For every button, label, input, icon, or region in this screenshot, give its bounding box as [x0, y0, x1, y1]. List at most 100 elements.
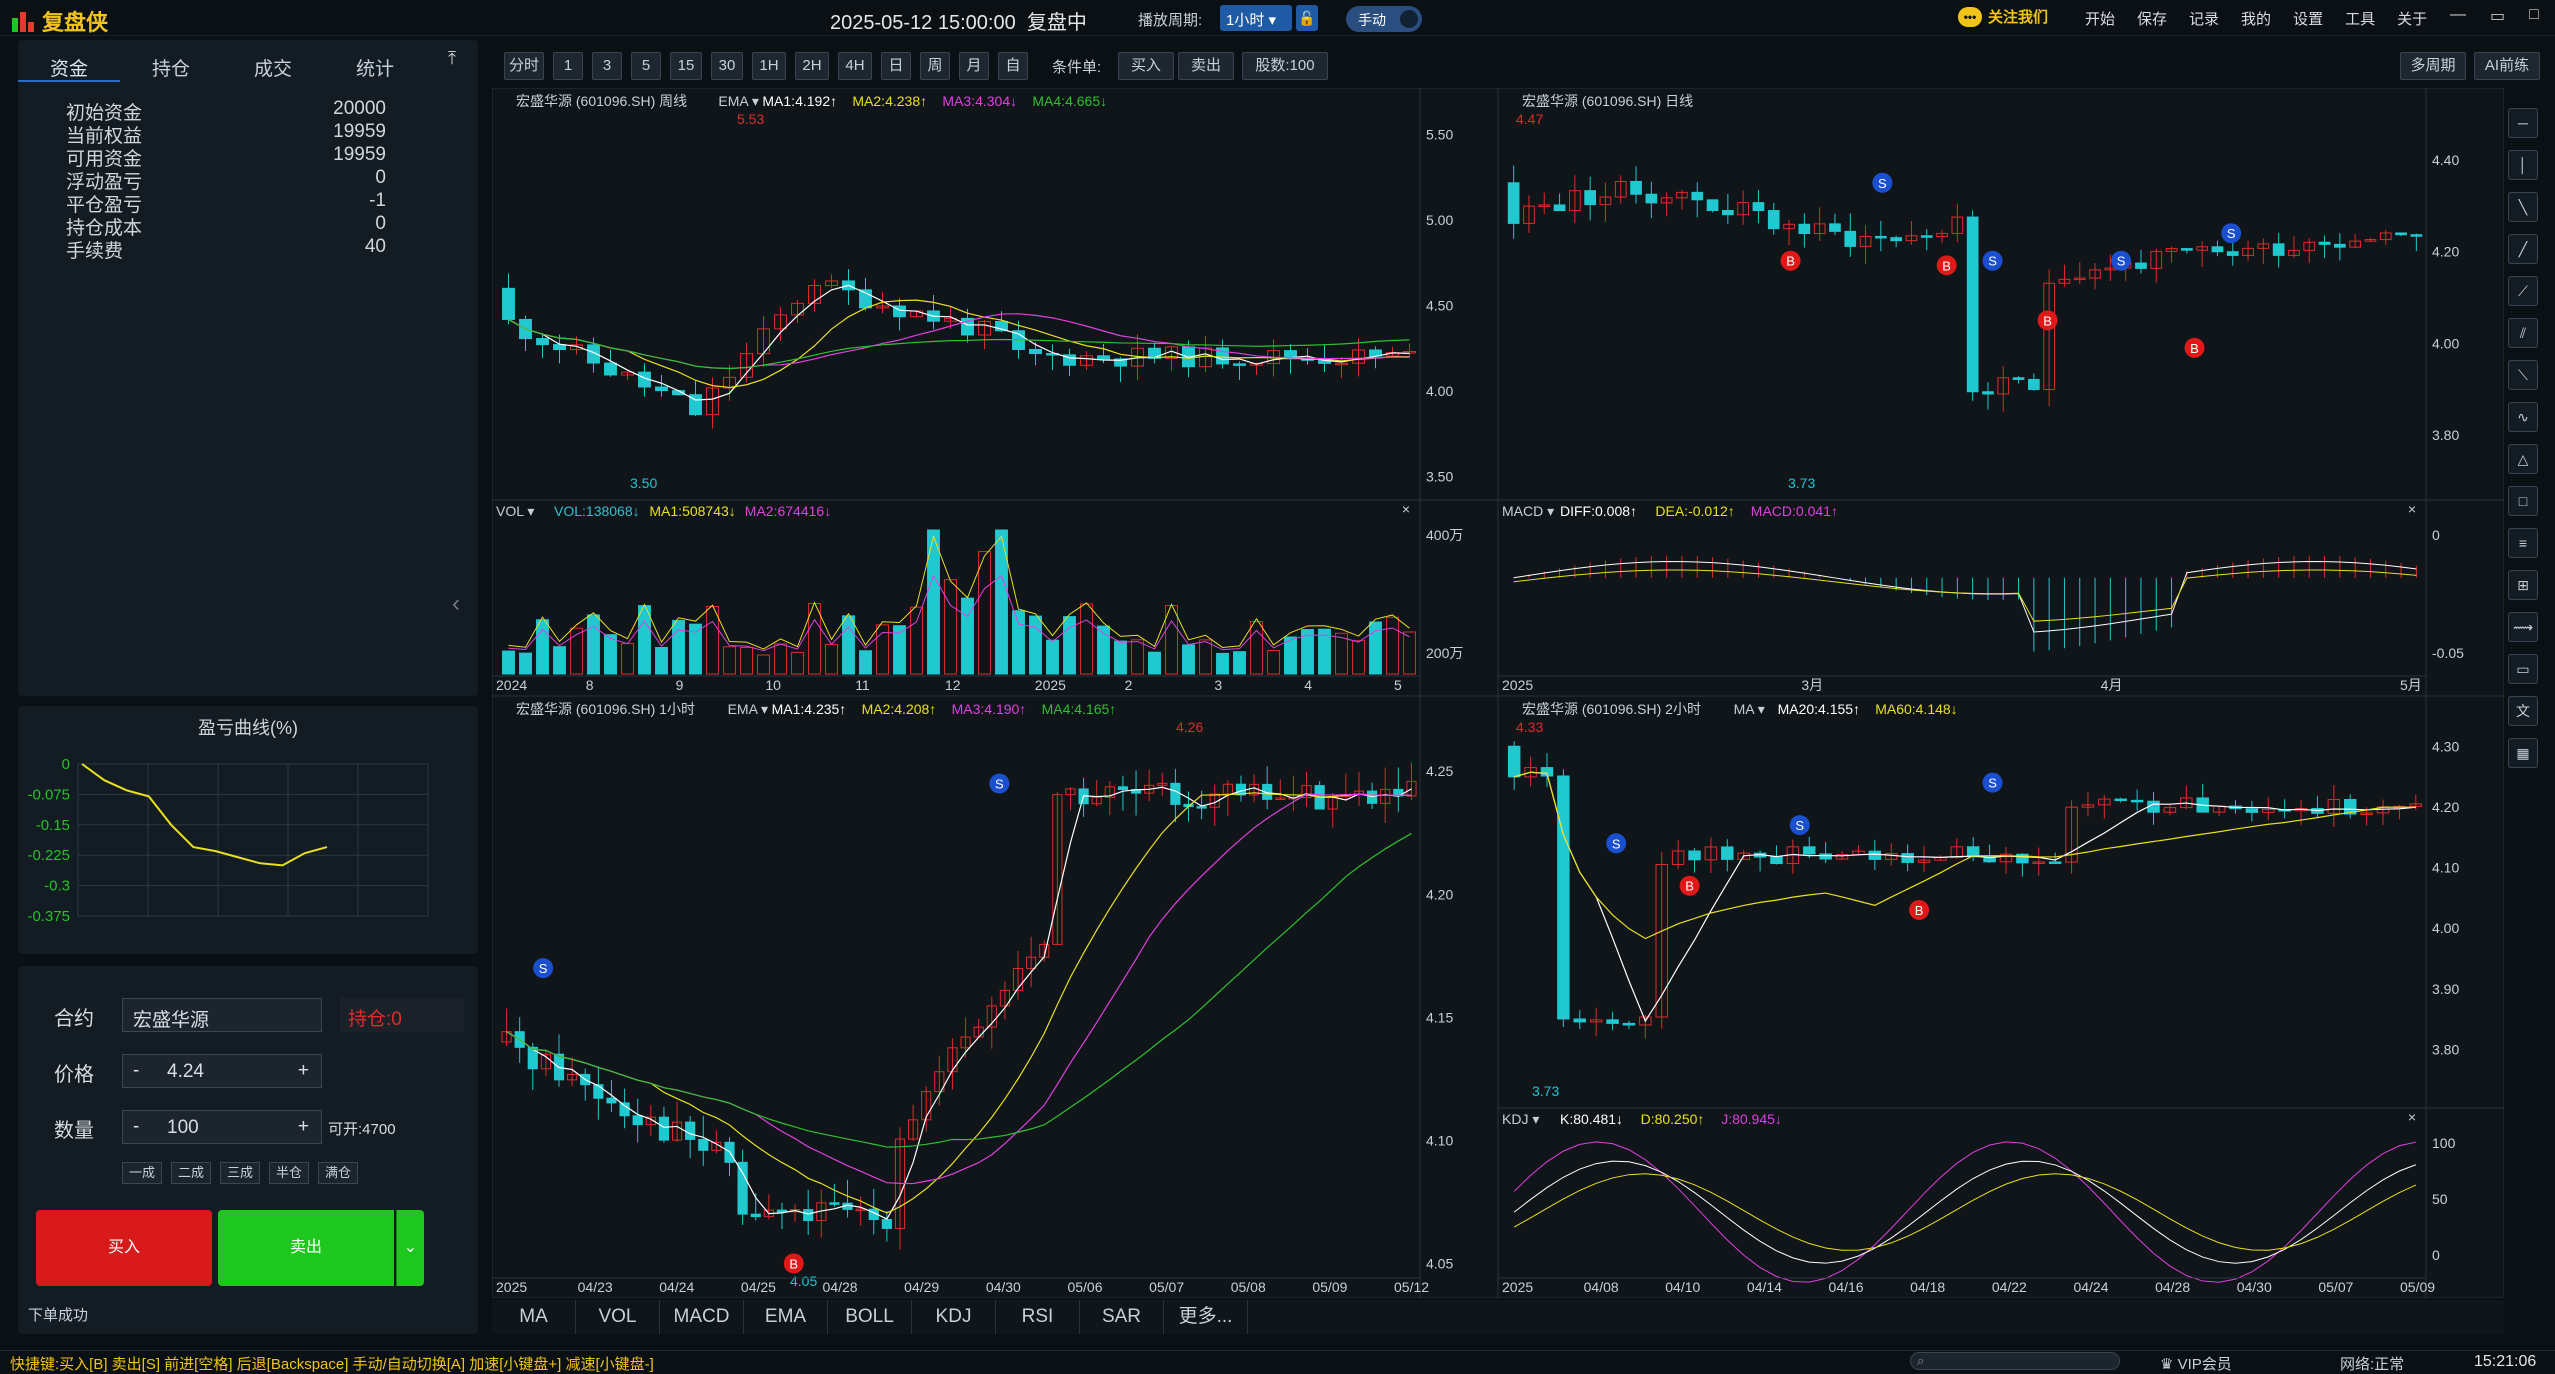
- ai-practice-button[interactable]: AI前练: [2474, 52, 2540, 80]
- price-line-icon[interactable]: ⟍: [2508, 360, 2538, 390]
- cond-sell-button[interactable]: 卖出: [1178, 52, 1234, 80]
- indicator-tab-4[interactable]: BOLL: [828, 1300, 912, 1334]
- candle: [1770, 856, 1783, 865]
- lot-10-button[interactable]: 一成: [122, 1162, 162, 1184]
- contract-field[interactable]: 宏盛华源: [122, 998, 322, 1032]
- candle: [2318, 241, 2331, 245]
- period-btn-7[interactable]: 2H: [795, 52, 829, 80]
- wave-icon[interactable]: ∿: [2508, 402, 2538, 432]
- candle: [2245, 808, 2259, 813]
- candle: [776, 1209, 788, 1213]
- indicator-tab-1[interactable]: VOL: [576, 1300, 660, 1334]
- parallel-icon[interactable]: ⫽: [2508, 318, 2538, 348]
- text-icon[interactable]: 文: [2508, 696, 2538, 726]
- qty-plus-button[interactable]: +: [298, 1116, 309, 1138]
- cond-buy-button[interactable]: 买入: [1118, 52, 1174, 80]
- indicator-tab-7[interactable]: SAR: [1080, 1300, 1164, 1334]
- vertical-line-icon[interactable]: │: [2508, 150, 2538, 180]
- menu-start[interactable]: 开始: [2085, 8, 2115, 29]
- tab-funds[interactable]: 资金: [18, 50, 120, 82]
- period-btn-8[interactable]: 4H: [838, 52, 872, 80]
- period-btn-3[interactable]: 5: [631, 52, 661, 80]
- marker-letter: B: [1685, 879, 1694, 894]
- lot-half-button[interactable]: 半仓: [269, 1162, 309, 1184]
- price-plus-button[interactable]: +: [298, 1060, 309, 1082]
- price-minus-button[interactable]: -: [133, 1060, 139, 1082]
- price-tick: 4.10: [1426, 1132, 1453, 1148]
- sell-button[interactable]: 卖出: [218, 1210, 394, 1286]
- mode-toggle[interactable]: 手动: [1346, 6, 1422, 32]
- menu-records[interactable]: 记录: [2189, 8, 2219, 29]
- sell-dropdown-icon[interactable]: ⌄: [396, 1210, 424, 1286]
- chat-icon: •••: [1958, 6, 1982, 27]
- indicator-tab-0[interactable]: MA: [492, 1300, 576, 1334]
- shares-button[interactable]: 股数:100: [1242, 52, 1328, 80]
- segment-icon[interactable]: ╱: [2508, 234, 2538, 264]
- triangle-icon[interactable]: △: [2508, 444, 2538, 474]
- tab-trades[interactable]: 成交: [222, 50, 324, 82]
- vip-link[interactable]: ♛ VIP会员: [2160, 1353, 2232, 1374]
- volume-bar: [1148, 651, 1161, 675]
- buy-button[interactable]: 买入: [36, 1210, 212, 1286]
- fib-icon[interactable]: ≡: [2508, 528, 2538, 558]
- ma-value: MA4:4.665↓: [1032, 93, 1107, 109]
- period-btn-12[interactable]: 自: [998, 52, 1028, 80]
- menu-settings[interactable]: 设置: [2293, 8, 2323, 29]
- period-btn-6[interactable]: 1H: [752, 52, 786, 80]
- restore-icon[interactable]: ▭: [2490, 6, 2505, 26]
- rectangle-icon[interactable]: □: [2508, 486, 2538, 516]
- minimize-icon[interactable]: —: [2450, 6, 2466, 26]
- candle: [1557, 775, 1570, 1020]
- collapse-chevron-icon[interactable]: ‹: [452, 590, 460, 618]
- unlock-icon[interactable]: 🔓: [1296, 5, 1318, 31]
- lot-full-button[interactable]: 满仓: [318, 1162, 358, 1184]
- indicator-tab-2[interactable]: MACD: [660, 1300, 744, 1334]
- qty-value[interactable]: 100: [167, 1117, 199, 1139]
- period-btn-0[interactable]: 分时: [504, 52, 544, 80]
- pnl-ytick: 0: [62, 756, 70, 773]
- indicator-tab-3[interactable]: EMA: [744, 1300, 828, 1334]
- period-btn-2[interactable]: 3: [592, 52, 622, 80]
- measure-icon[interactable]: ⟿: [2508, 612, 2538, 642]
- indicator-tab-6[interactable]: RSI: [996, 1300, 1080, 1334]
- tab-positions[interactable]: 持仓: [120, 50, 222, 82]
- export-icon[interactable]: ⤒: [448, 48, 456, 69]
- qty-minus-button[interactable]: -: [133, 1116, 139, 1138]
- qty-stepper[interactable]: - 100 +: [122, 1110, 322, 1144]
- period-btn-4[interactable]: 15: [670, 52, 702, 80]
- period-btn-11[interactable]: 月: [959, 52, 989, 80]
- extend-line-icon[interactable]: ⟋: [2508, 276, 2538, 306]
- period-btn-10[interactable]: 周: [920, 52, 950, 80]
- price-value[interactable]: 4.24: [167, 1061, 204, 1083]
- period-btn-9[interactable]: 日: [881, 52, 911, 80]
- tab-stats[interactable]: 统计: [324, 50, 426, 82]
- follow-us-link[interactable]: ••• 关注我们: [1958, 6, 2048, 27]
- menu-about[interactable]: 关于: [2397, 8, 2427, 29]
- horizontal-line-icon[interactable]: ─: [2508, 108, 2538, 138]
- close-sub-icon: ×: [1402, 501, 1410, 517]
- period-btn-5[interactable]: 30: [711, 52, 743, 80]
- indicator-tab-8[interactable]: 更多...: [1164, 1300, 1248, 1334]
- ruler-icon[interactable]: ▭: [2508, 654, 2538, 684]
- volume-bar: [638, 605, 651, 675]
- sub-indicator-value: J:80.945↓: [1721, 1111, 1782, 1127]
- delete-icon[interactable]: ▦: [2508, 738, 2538, 768]
- menu-tools[interactable]: 工具: [2345, 8, 2375, 29]
- menu-save[interactable]: 保存: [2137, 8, 2167, 29]
- lot-30-button[interactable]: 三成: [220, 1162, 260, 1184]
- low-price-label: 3.73: [1532, 1083, 1559, 1099]
- multi-period-button[interactable]: 多周期: [2400, 52, 2466, 80]
- ray-icon[interactable]: ╲: [2508, 192, 2538, 222]
- time-tick: 2024: [496, 677, 527, 693]
- indicator-tab-5[interactable]: KDJ: [912, 1300, 996, 1334]
- marker-letter: B: [1915, 903, 1924, 918]
- lot-20-button[interactable]: 二成: [171, 1162, 211, 1184]
- maximize-icon[interactable]: □: [2529, 6, 2539, 26]
- price-stepper[interactable]: - 4.24 +: [122, 1054, 322, 1088]
- price-tick: 3.80: [2432, 427, 2459, 443]
- menu-mine[interactable]: 我的: [2241, 8, 2271, 29]
- play-period-select[interactable]: 1小时 ▾: [1220, 5, 1292, 31]
- search-input[interactable]: ⌕: [1910, 1352, 2120, 1370]
- period-btn-1[interactable]: 1: [553, 52, 583, 80]
- gann-icon[interactable]: ⊞: [2508, 570, 2538, 600]
